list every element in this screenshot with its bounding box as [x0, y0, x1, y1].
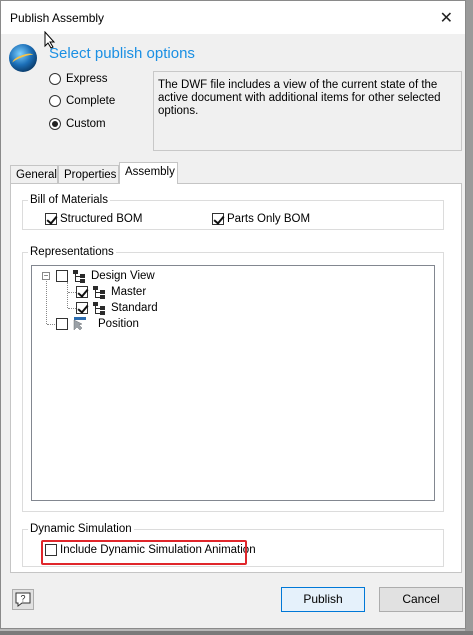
- app-logo-icon: [9, 44, 37, 72]
- publish-assembly-dialog: Publish Assembly ✕ Select publish option…: [0, 0, 466, 629]
- design-view-label: Design View: [91, 270, 155, 282]
- annotation-highlight-box: [41, 540, 247, 565]
- option-description: The DWF file includes a view of the curr…: [153, 71, 462, 151]
- radio-express-dot[interactable]: [49, 73, 61, 85]
- tree-line: [46, 281, 47, 324]
- page-heading: Select publish options: [49, 45, 195, 62]
- dynamic-simulation-group-label: Dynamic Simulation: [28, 523, 134, 535]
- background-app-edge: [465, 0, 473, 635]
- publish-button[interactable]: Publish: [281, 587, 365, 612]
- help-button[interactable]: ?: [12, 589, 34, 610]
- structured-bom-box[interactable]: [45, 213, 57, 225]
- structured-bom-checkbox[interactable]: Structured BOM: [45, 213, 142, 225]
- parts-only-bom-label: Parts Only BOM: [227, 213, 311, 225]
- tab-general[interactable]: General: [10, 165, 58, 183]
- radio-custom[interactable]: Custom: [49, 118, 106, 130]
- tree-node-position[interactable]: Position: [56, 317, 139, 331]
- radio-express-label: Express: [66, 73, 108, 85]
- radio-complete-label: Complete: [66, 95, 116, 107]
- standard-label: Standard: [111, 302, 158, 314]
- tab-properties-label: Properties: [64, 169, 117, 181]
- svg-text:?: ?: [20, 594, 25, 604]
- tree-expander-design-view[interactable]: −: [42, 272, 50, 280]
- design-view-assembly-icon: [73, 269, 87, 283]
- background-app-bottom: [0, 631, 473, 635]
- dialog-title: Publish Assembly: [10, 11, 105, 25]
- radio-express[interactable]: Express: [49, 73, 108, 85]
- radio-complete-dot[interactable]: [49, 95, 61, 107]
- structured-bom-label: Structured BOM: [60, 213, 143, 225]
- tree-line: [68, 292, 76, 293]
- radio-custom-dot[interactable]: [49, 118, 61, 130]
- position-label: Position: [98, 318, 139, 330]
- master-checkbox[interactable]: [76, 286, 88, 298]
- position-representation-icon: [73, 317, 86, 331]
- parts-only-bom-box[interactable]: [212, 213, 224, 225]
- help-icon: ?: [15, 592, 31, 607]
- parts-only-bom-checkbox[interactable]: Parts Only BOM: [212, 213, 310, 225]
- master-assembly-icon: [93, 285, 107, 299]
- tree-node-standard[interactable]: Standard: [76, 301, 158, 315]
- tab-assembly-label: Assembly: [125, 166, 175, 178]
- standard-assembly-icon: [93, 301, 107, 315]
- tree-line: [68, 308, 76, 309]
- position-checkbox[interactable]: [56, 318, 68, 330]
- close-icon[interactable]: ✕: [440, 8, 453, 28]
- tree-line: [67, 282, 68, 308]
- bom-group-label: Bill of Materials: [28, 194, 110, 206]
- representations-group-label: Representations: [28, 246, 116, 258]
- radio-custom-label: Custom: [66, 118, 106, 130]
- tab-general-label: General: [16, 169, 57, 181]
- standard-checkbox[interactable]: [76, 302, 88, 314]
- title-bar: Publish Assembly ✕: [1, 1, 465, 34]
- design-view-checkbox[interactable]: [56, 270, 68, 282]
- radio-complete[interactable]: Complete: [49, 95, 115, 107]
- tab-properties[interactable]: Properties: [58, 165, 119, 183]
- tree-node-design-view[interactable]: Design View: [56, 269, 155, 283]
- tree-node-master[interactable]: Master: [76, 285, 146, 299]
- tab-assembly[interactable]: Assembly: [119, 162, 178, 184]
- cancel-button[interactable]: Cancel: [379, 587, 463, 612]
- master-label: Master: [111, 286, 147, 298]
